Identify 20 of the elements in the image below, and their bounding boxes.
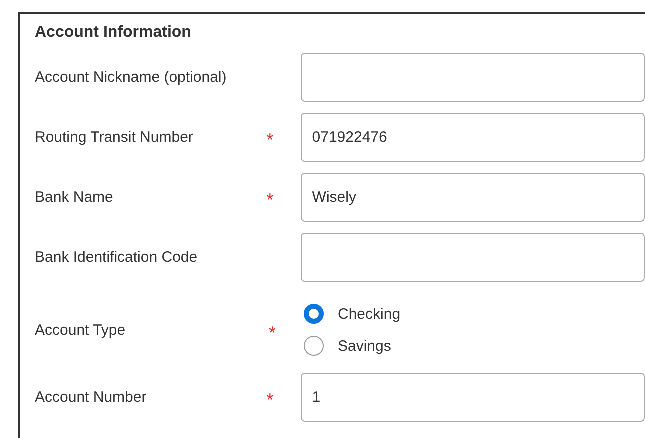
radio-button[interactable] [304, 304, 324, 324]
required-mark: * [266, 130, 274, 150]
input-field[interactable]: 1 [301, 373, 645, 422]
field-label: Bank Identification Code [35, 249, 199, 266]
field-label: Account Nickname (optional) [35, 69, 228, 86]
input-field[interactable]: Wisely [301, 173, 645, 222]
field-label: Account Type [35, 322, 127, 338]
input-field[interactable] [301, 233, 645, 282]
input-field[interactable] [301, 53, 645, 102]
field-label: Routing Transit Number [35, 129, 194, 146]
radio-label: Savings [338, 338, 392, 354]
radio-button[interactable] [304, 336, 324, 356]
required-mark: * [269, 322, 276, 342]
field-label: Bank Name [35, 189, 114, 206]
input-field[interactable]: 071922476 [301, 113, 645, 162]
required-mark: * [266, 190, 274, 210]
radio-label: Checking [338, 306, 401, 322]
required-mark: * [266, 390, 274, 410]
field-label: Account Number [35, 389, 148, 406]
section-title: Account Information [35, 24, 192, 42]
